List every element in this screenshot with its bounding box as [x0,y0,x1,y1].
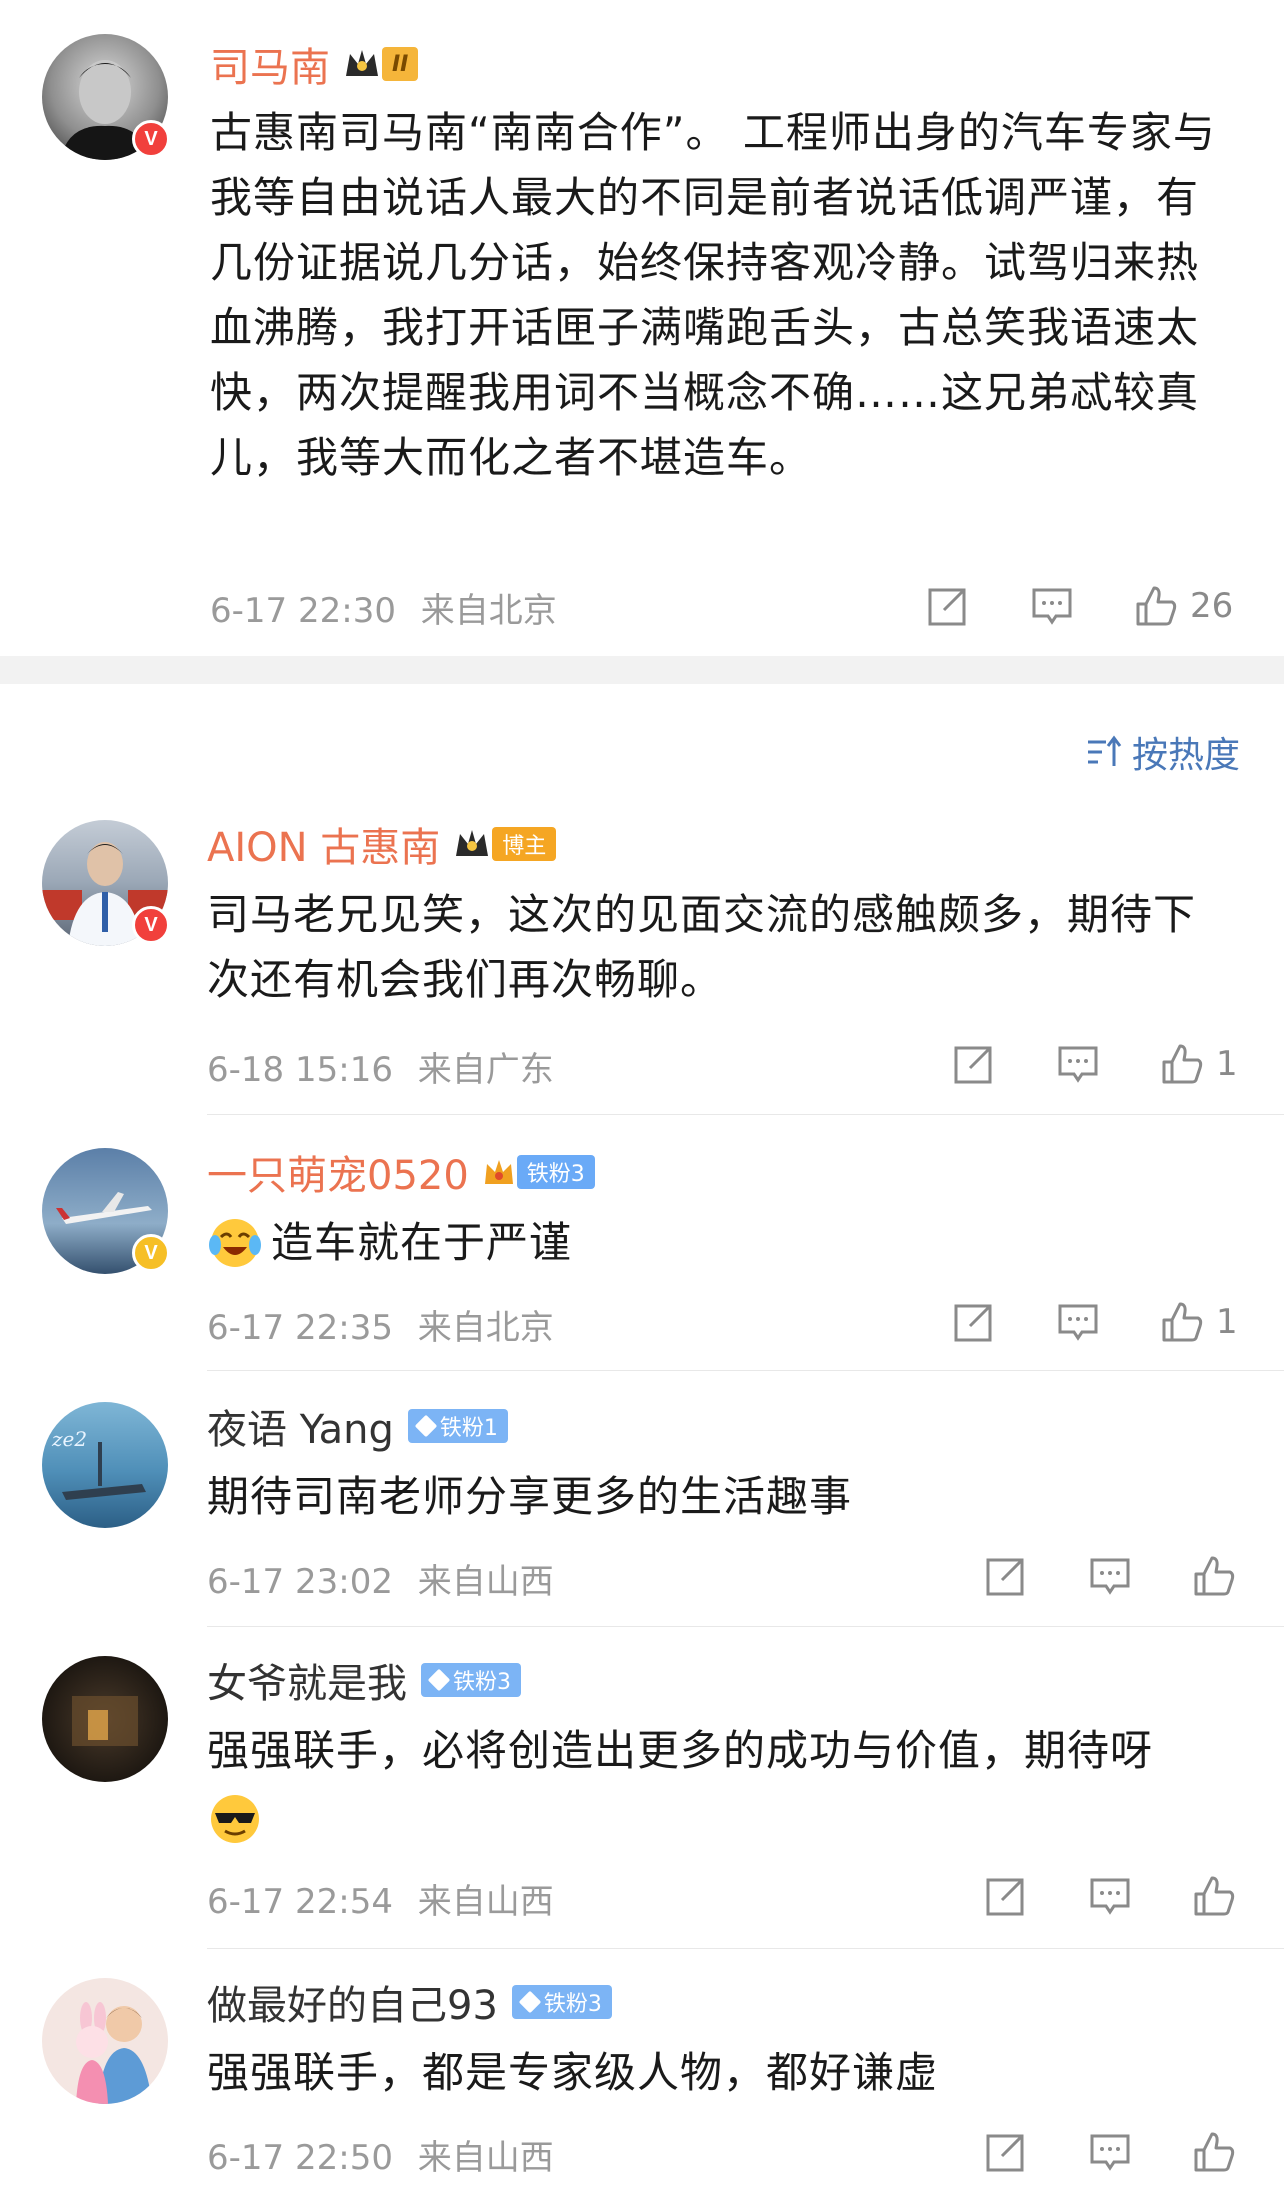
like-count: 1 [1216,1044,1238,1084]
comment-time: 6-17 22:30 [210,591,396,631]
fan-level-badge: 铁粉3 [511,1985,612,2019]
comment-location: 来自广东 [417,1050,554,1090]
comment-text-body: 造车就在于严谨 [271,1218,573,1267]
comment-text: 期待司南老师分享更多的生活趣事 [207,1472,853,1521]
user-photo-icon [76,2002,152,2104]
username[interactable]: AION 古惠南 [207,815,440,873]
divider [207,1626,1284,1627]
fan-level-badge: 铁粉3 [421,1663,521,1697]
user-photo-icon [72,1696,138,1746]
avatar[interactable]: V [42,34,170,160]
share-icon[interactable] [952,1042,996,1086]
fan-crown-icon [481,1154,517,1190]
comment-text-body: 强强联手，必将创造出更多的成功与价值，期待呀 [207,1726,1154,1775]
like-icon[interactable] [1160,1300,1204,1344]
like-icon[interactable] [1192,2130,1236,2174]
like-count: 26 [1190,586,1234,626]
fan-level-label: 铁粉1 [439,1416,498,1441]
comment-icon[interactable] [1088,1874,1132,1918]
share-icon[interactable] [952,1300,996,1344]
share-icon[interactable] [926,584,970,628]
like-icon[interactable] [1192,1554,1236,1598]
avatar[interactable]: V [42,820,170,946]
avatar[interactable]: ze2 [42,1402,168,1528]
divider [207,1948,1284,1949]
section-divider [0,656,1284,684]
crown-icon [452,826,492,862]
comment-time: 6-17 22:54 [207,1882,393,1922]
like-icon[interactable] [1192,1874,1236,1918]
comment-meta: 6-17 23:02 来自山西 [207,1554,554,1603]
comment-location: 来自北京 [417,1308,554,1348]
crying-laughing-emoji-icon [207,1215,263,1271]
verified-badge-icon: V [132,1234,170,1272]
comment-text: 造车就在于严谨 [207,1210,1227,1275]
comment-icon[interactable] [1030,584,1074,628]
like-icon[interactable] [1134,584,1178,628]
avatar[interactable]: V [42,1148,170,1274]
fan-level-label: 铁粉3 [453,1670,511,1695]
comment-location: 来自山西 [417,1882,554,1922]
sort-label: 按热度 [1131,735,1240,776]
comment-time: 6-18 15:16 [207,1050,393,1090]
sort-icon [1087,735,1122,766]
user-photo-icon: ze2 [51,1427,146,1500]
verified-badge-icon: V [132,120,170,158]
like-count: 1 [1216,1302,1238,1342]
divider [207,1370,1284,1371]
username[interactable]: 司马南 [210,35,330,93]
comment-location: 来自山西 [417,1562,554,1602]
avatar[interactable] [42,1656,168,1782]
share-icon[interactable] [984,2130,1028,2174]
username[interactable]: 做最好的自己93 [207,1973,498,2031]
fan-level-badge: 铁粉1 [407,1409,508,1443]
comment-text: 强强联手，必将创造出更多的成功与价值，期待呀 [207,1718,1227,1848]
username[interactable]: 女爷就是我 [207,1651,407,1709]
comment-meta: 6-17 22:30 来自北京 [210,583,557,632]
diamond-icon [414,1414,438,1438]
divider [207,1114,1284,1115]
sunglasses-emoji-icon [207,1791,263,1847]
comment-icon[interactable] [1056,1042,1100,1086]
username[interactable]: 一只萌宠0520 [207,1143,469,1201]
vip-level-badge: II [382,47,419,81]
username[interactable]: 夜语 Yang [207,1397,394,1455]
comment-location: 来自山西 [417,2138,554,2178]
verified-badge-icon: V [132,906,170,944]
blogger-badge: 博主 [492,827,557,861]
comment-text: 司马老兄见笑，这次的见面交流的感触颇多，期待下次还有机会我们再次畅聊。 [207,890,1197,1004]
comment-text: 古惠南司马南“南南合作”。 工程师出身的汽车专家与我等自由说话人最大的不同是前者… [210,108,1216,482]
comment-text: 强强联手，都是专家级人物，都好谦虚 [207,2048,939,2097]
fan-level-badge: 铁粉3 [516,1155,595,1189]
diamond-icon [518,1990,542,2014]
fan-level-label: 铁粉3 [543,1992,602,2017]
like-icon[interactable] [1160,1042,1204,1086]
svg-text:ze2: ze2 [51,1427,87,1451]
comment-meta: 6-17 22:54 来自山西 [207,1874,554,1923]
comment-meta: 6-18 15:16 来自广东 [207,1042,554,1091]
share-icon[interactable] [984,1874,1028,1918]
comment-time: 6-17 22:50 [207,2138,393,2178]
crown-icon [342,46,382,82]
avatar[interactable] [42,1978,168,2104]
share-icon[interactable] [984,1554,1028,1598]
diamond-icon [427,1668,451,1692]
comment-time: 6-17 22:35 [207,1308,393,1348]
sort-button[interactable]: 按热度 [1084,726,1240,778]
comment-location: 来自北京 [420,591,557,631]
comment-icon[interactable] [1056,1300,1100,1344]
comment-icon[interactable] [1088,1554,1132,1598]
comment-time: 6-17 23:02 [207,1562,393,1602]
comment-icon[interactable] [1088,2130,1132,2174]
comment-meta: 6-17 22:50 来自山西 [207,2130,554,2179]
comment-meta: 6-17 22:35 来自北京 [207,1300,554,1349]
